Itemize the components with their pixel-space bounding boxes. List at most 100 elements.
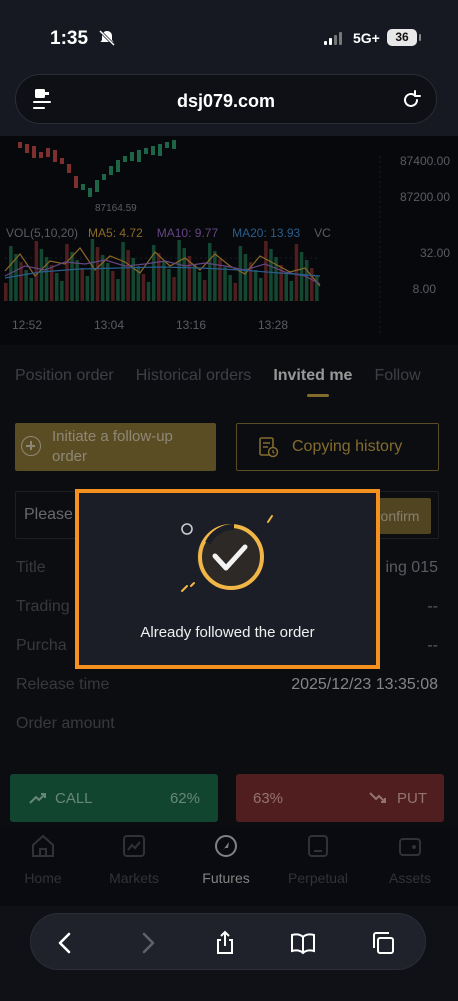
- volume-bar: [197, 272, 202, 301]
- candle: [172, 140, 176, 149]
- candle: [67, 164, 71, 173]
- nav-home[interactable]: Home: [3, 833, 83, 886]
- candle: [158, 144, 162, 156]
- candle: [46, 148, 50, 157]
- price-chart[interactable]: 87400.00 87200.00 87164.59 VOL(5,10,20) …: [0, 136, 458, 341]
- volume-bar: [233, 283, 237, 301]
- network-type: 5G+: [353, 30, 380, 46]
- volume-bar: [126, 250, 130, 301]
- tab-historical-orders[interactable]: Historical orders: [136, 367, 252, 385]
- address-bar[interactable]: dsj079.com: [15, 74, 437, 124]
- volume-bar: [182, 248, 186, 301]
- time-label: 13:16: [176, 318, 207, 332]
- candle: [165, 142, 169, 148]
- nav-label: Futures: [202, 870, 250, 886]
- tabs-icon[interactable]: [370, 930, 396, 956]
- price-label: 87200.00: [399, 190, 450, 204]
- document-history-icon: [259, 437, 279, 458]
- volume-bar: [243, 254, 248, 301]
- status-bar: 1:35 5G+ 36: [0, 0, 458, 70]
- volume-bar: [85, 276, 90, 301]
- tab-follow[interactable]: Follow: [374, 367, 420, 385]
- nav-label: Assets: [388, 870, 431, 886]
- volume-bar: [294, 244, 299, 301]
- volume-bar: [70, 252, 74, 301]
- volume-bar: [269, 249, 273, 301]
- initiate-follow-up-button[interactable]: Initiate a follow-up order: [15, 423, 216, 471]
- reload-icon[interactable]: [400, 89, 422, 111]
- candle: [151, 146, 155, 155]
- plus-circle-icon: [21, 436, 41, 456]
- volume-bar: [80, 268, 84, 301]
- call-button[interactable]: CALL 62%: [10, 774, 218, 822]
- bookmarks-icon[interactable]: [290, 930, 316, 956]
- bell-muted-icon: [98, 29, 116, 47]
- volume-bar: [259, 278, 263, 301]
- candle: [95, 180, 99, 192]
- perpetual-icon: [308, 835, 328, 857]
- tab-position-order[interactable]: Position order: [15, 367, 114, 385]
- detail-label: Release time: [16, 676, 110, 693]
- follow-up-label-line: Initiate a follow-up: [52, 428, 173, 445]
- nav-label: Perpetual: [288, 870, 348, 886]
- volume-bar: [289, 281, 294, 301]
- volume-bar: [264, 241, 268, 301]
- volume-bar: [4, 283, 8, 301]
- volume-bar: [208, 243, 212, 301]
- detail-label: Trading: [16, 598, 70, 615]
- detail-row: Order amount: [16, 715, 438, 733]
- nav-markets[interactable]: Markets: [94, 833, 174, 886]
- call-percentage: 62%: [169, 790, 200, 807]
- tab-invited-me[interactable]: Invited me: [273, 367, 352, 397]
- modal-message: Already followed the order: [140, 624, 315, 641]
- volume-bar: [157, 253, 161, 301]
- candle: [32, 146, 36, 158]
- candle: [53, 150, 57, 162]
- browser-header: dsj079.com: [0, 70, 458, 136]
- indicator-label: VC: [314, 226, 331, 240]
- wallet-icon: [399, 838, 421, 856]
- candle: [130, 152, 134, 161]
- volume-bar: [202, 280, 207, 301]
- detail-label: Order amount: [16, 715, 115, 732]
- nav-perpetual[interactable]: Perpetual: [278, 833, 358, 886]
- candle: [18, 142, 22, 148]
- home-icon: [32, 834, 54, 857]
- volume-bar: [39, 249, 44, 301]
- nav-futures[interactable]: Futures: [186, 833, 266, 886]
- indicator-label: VOL(5,10,20): [6, 226, 79, 240]
- volume-bar: [213, 251, 217, 301]
- follow-up-label-line: order: [52, 448, 88, 465]
- forward-icon[interactable]: [134, 930, 160, 956]
- candle: [88, 188, 92, 197]
- volume-label: 32.00: [419, 246, 450, 260]
- volume-bar: [223, 267, 227, 301]
- detail-value: 2025/12/23 13:35:08: [291, 676, 438, 693]
- put-button[interactable]: 63% PUT: [236, 774, 444, 822]
- volume-bar: [228, 275, 232, 301]
- volume-bar: [55, 273, 59, 301]
- indicator-label: MA10: 9.77: [156, 226, 219, 240]
- markets-icon: [123, 835, 145, 857]
- put-percentage: 63%: [253, 790, 284, 807]
- low-price-label: 87164.59: [95, 203, 137, 214]
- candle: [81, 184, 85, 190]
- success-modal: Already followed the order: [75, 489, 380, 669]
- url-text[interactable]: dsj079.com: [16, 91, 436, 112]
- time-label: 13:28: [258, 318, 289, 332]
- candle: [109, 166, 113, 175]
- time-label: 12:52: [12, 318, 43, 332]
- volume-bar: [253, 270, 258, 301]
- share-icon[interactable]: [212, 930, 238, 956]
- back-icon[interactable]: [53, 930, 79, 956]
- nav-assets[interactable]: Assets: [370, 833, 450, 886]
- volume-bar: [177, 240, 181, 301]
- copying-history-button[interactable]: Copying history: [236, 423, 439, 471]
- volume-bar: [304, 260, 309, 301]
- candle: [74, 176, 78, 188]
- candle: [102, 174, 106, 180]
- success-check-icon: [181, 515, 273, 592]
- volume-bar: [95, 247, 100, 301]
- detail-value: --: [427, 598, 438, 615]
- price-label: 87400.00: [399, 154, 450, 168]
